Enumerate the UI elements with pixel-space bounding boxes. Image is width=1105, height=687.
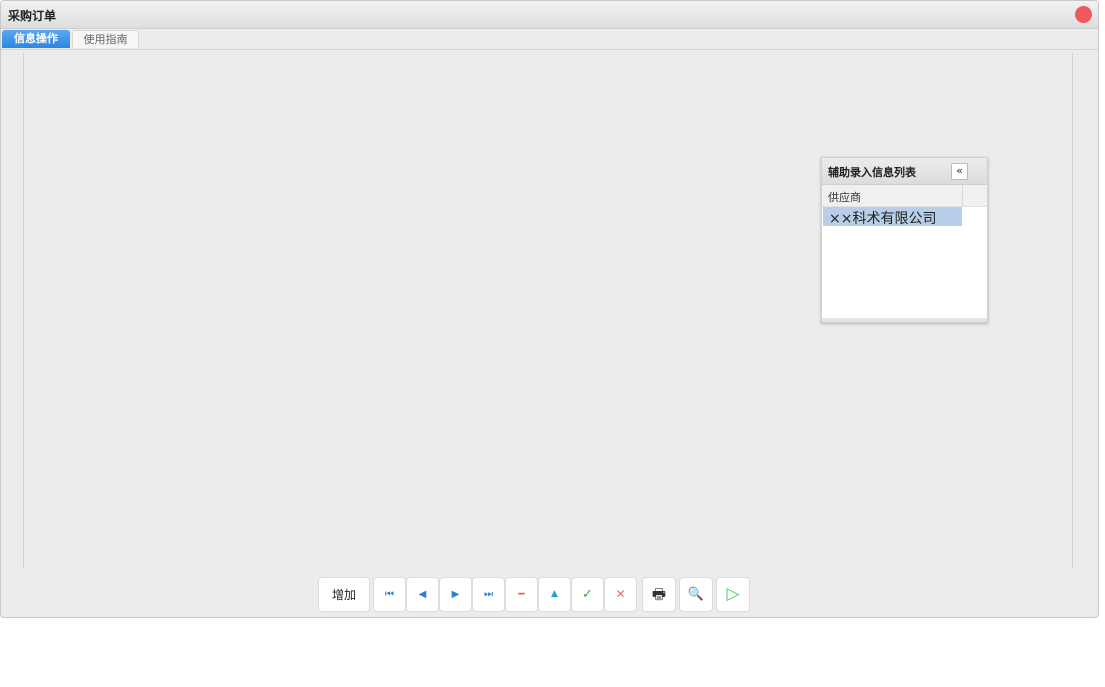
check-icon: ✓ (582, 587, 593, 602)
next-record-button[interactable]: ▶ (439, 577, 472, 612)
last-icon: ⏭ (484, 589, 493, 600)
aux-panel-scrollbar[interactable] (822, 318, 987, 322)
print-preview-button[interactable]: 🔍 (679, 577, 713, 612)
column-header-supplier[interactable]: 供应商 (822, 185, 963, 207)
print-button[interactable]: 🖶 (642, 577, 676, 612)
move-up-button[interactable]: ▲ (538, 577, 571, 612)
preview-icon: 🔍 (687, 587, 705, 602)
aux-panel-header: 辅助录入信息列表 « (822, 158, 987, 185)
play-icon: ▷ (726, 584, 740, 604)
up-arrow-icon: ▲ (551, 589, 558, 599)
prev-record-button[interactable]: ◀ (406, 577, 439, 612)
tab-info-operation[interactable]: 信息操作 (2, 30, 70, 48)
app-window: 采购订单 信息操作 使用指南 辅助录入信息列表 « 供应商 ××科术有限公司 增… (0, 0, 1099, 618)
last-record-button[interactable]: ⏭ (472, 577, 505, 612)
column-header-label: 供应商 (828, 191, 861, 204)
list-item[interactable]: ××科术有限公司 (823, 207, 962, 227)
column-header-filler (963, 185, 987, 207)
delete-button[interactable]: ━ (505, 577, 538, 612)
tab-user-guide[interactable]: 使用指南 (72, 30, 139, 48)
add-button[interactable]: 增加 (318, 577, 370, 612)
first-icon: ⏮ (385, 589, 394, 600)
title-bar: 采购订单 (1, 1, 1098, 29)
close-icon[interactable] (1075, 6, 1092, 23)
collapse-icon[interactable]: « (951, 163, 968, 180)
window-title: 采购订单 (8, 9, 57, 23)
list-item-label: ××科术有限公司 (829, 211, 937, 227)
aux-input-panel: 辅助录入信息列表 « 供应商 ××科术有限公司 (821, 157, 988, 323)
prev-icon: ◀ (418, 589, 427, 600)
first-record-button[interactable]: ⏮ (373, 577, 406, 612)
tab-bar: 信息操作 使用指南 (1, 29, 1098, 50)
run-button[interactable]: ▷ (716, 577, 750, 612)
aux-panel-title: 辅助录入信息列表 (828, 166, 916, 179)
next-icon: ▶ (451, 589, 460, 600)
minus-icon: ━ (518, 589, 525, 600)
cancel-button[interactable]: ✕ (604, 577, 637, 612)
cross-icon: ✕ (615, 587, 626, 601)
confirm-button[interactable]: ✓ (571, 577, 604, 612)
printer-icon: 🖶 (651, 585, 667, 603)
